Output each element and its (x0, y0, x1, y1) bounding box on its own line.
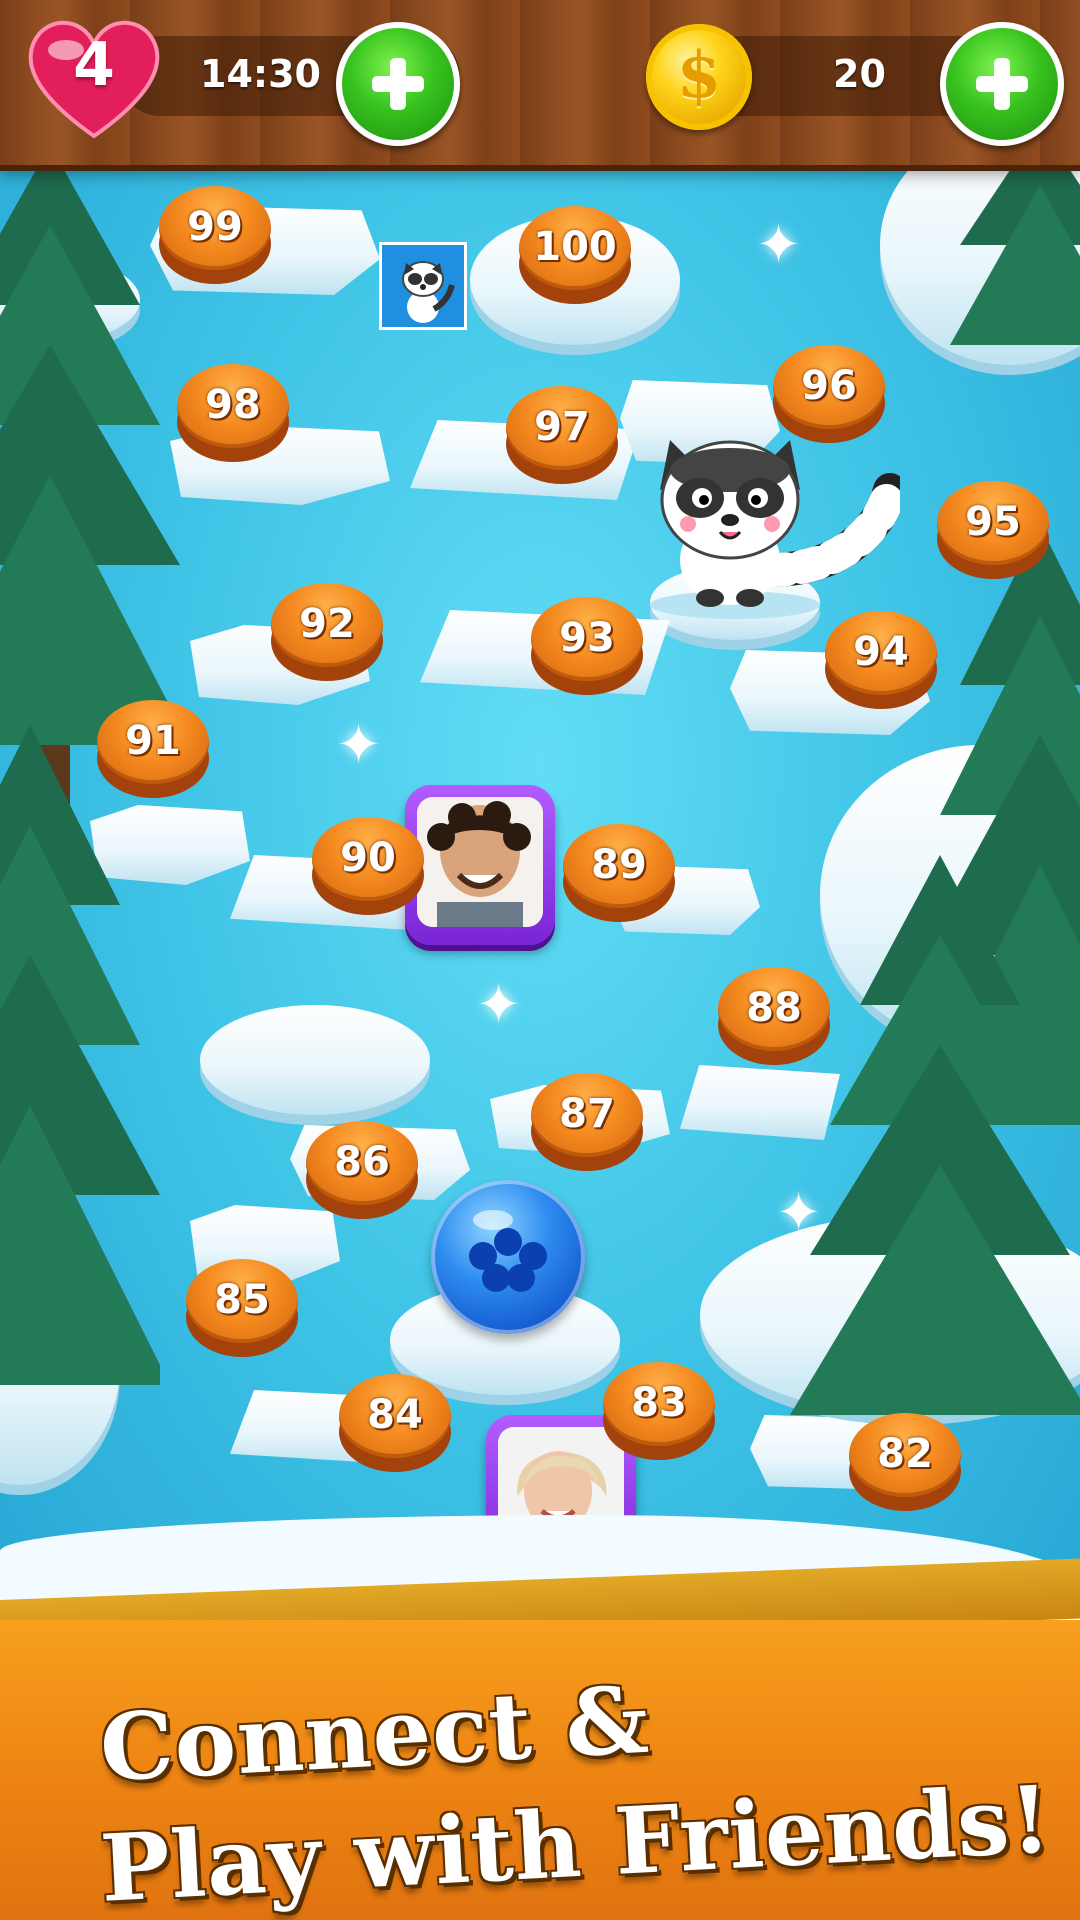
level-number: 87 (559, 1091, 615, 1137)
level-button-99[interactable]: 99 (159, 186, 271, 286)
level-number: 98 (205, 382, 261, 428)
pine-tree (950, 165, 1080, 345)
level-button-85[interactable]: 85 (186, 1259, 298, 1359)
level-number: 94 (853, 629, 909, 675)
level-button-83[interactable]: 83 (603, 1362, 715, 1462)
friend-avatar (417, 797, 543, 927)
level-button-89[interactable]: 89 (563, 824, 675, 924)
sparkle-icon: ✦ (476, 973, 522, 1036)
level-number: 88 (746, 985, 802, 1031)
level-button-92[interactable]: 92 (271, 583, 383, 683)
level-number: 96 (801, 363, 857, 409)
level-button-86[interactable]: 86 (306, 1121, 418, 1221)
sparkle-icon: ✦ (336, 713, 382, 776)
man-portrait (417, 797, 543, 927)
level-button-95[interactable]: 95 (937, 481, 1049, 581)
coin-icon: $ (646, 24, 752, 130)
raccoon-mascot (650, 440, 900, 619)
level-map[interactable]: ✦ ✦ ✦ ✦ 99 100 98 97 96 95 92 93 94 91 9… (0, 165, 1080, 1665)
level-number: 89 (591, 842, 647, 888)
level-button-82[interactable]: 82 (849, 1413, 961, 1513)
level-button-97[interactable]: 97 (506, 386, 618, 486)
level-button-96[interactable]: 96 (773, 345, 885, 445)
level-number: 83 (631, 1380, 687, 1426)
level-button-98[interactable]: 98 (177, 364, 289, 464)
level-button-90[interactable]: 90 (312, 817, 424, 917)
level-button-100[interactable]: 100 (519, 206, 631, 306)
bubble-cluster-icon (469, 1210, 547, 1292)
life-timer: 14:30 (200, 52, 321, 96)
level-number: 97 (534, 404, 590, 450)
pine-tree (790, 855, 1080, 1415)
plus-icon (372, 58, 424, 110)
raccoon-sticker-tile[interactable] (379, 242, 467, 330)
raccoon-icon (402, 261, 455, 323)
level-number: 99 (187, 204, 243, 250)
level-number: 90 (340, 835, 396, 881)
add-coins-button[interactable] (940, 22, 1064, 146)
coin-count: 20 (833, 52, 886, 96)
level-number: 92 (299, 601, 355, 647)
level-number: 82 (877, 1431, 933, 1477)
level-button-93[interactable]: 93 (531, 597, 643, 697)
level-number: 86 (334, 1139, 390, 1185)
add-lives-button[interactable] (336, 22, 460, 146)
level-number: 84 (367, 1392, 423, 1438)
level-button-91[interactable]: 91 (97, 700, 209, 800)
lives-count: 4 (73, 30, 115, 100)
level-number: 100 (533, 224, 617, 270)
plus-icon (976, 58, 1028, 110)
booster-bubble[interactable] (431, 1180, 585, 1334)
ice-floe (200, 1005, 430, 1115)
level-number: 91 (125, 718, 181, 764)
level-number: 85 (214, 1277, 270, 1323)
pine-tree (0, 725, 160, 1385)
level-button-94[interactable]: 94 (825, 611, 937, 711)
level-button-84[interactable]: 84 (339, 1374, 451, 1474)
game-screen: ✦ ✦ ✦ ✦ 99 100 98 97 96 95 92 93 94 91 9… (0, 0, 1080, 1920)
level-number: 93 (559, 615, 615, 661)
friend-avatar-frame[interactable] (405, 785, 555, 945)
sparkle-icon: ✦ (776, 1181, 822, 1244)
level-number: 95 (965, 499, 1021, 545)
level-button-88[interactable]: 88 (718, 967, 830, 1067)
sparkle-icon: ✦ (756, 213, 802, 276)
top-hud: 4 14:30 $ 20 (0, 0, 1080, 165)
level-button-87[interactable]: 87 (531, 1073, 643, 1173)
